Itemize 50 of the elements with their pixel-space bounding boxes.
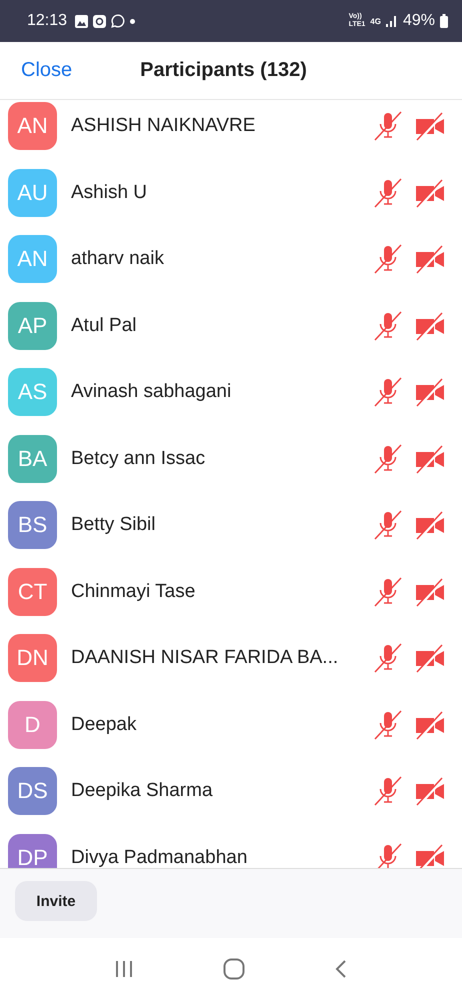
participant-row[interactable]: D Deepak — [0, 698, 462, 765]
dot-icon — [130, 18, 136, 24]
participant-row[interactable]: BA Betcy ann Issac — [0, 432, 462, 499]
participant-row[interactable]: AN atharv naik — [0, 233, 462, 300]
participant-row[interactable]: AN ASHISH NAIKNAVRE — [0, 100, 462, 166]
signal-icon — [386, 15, 398, 27]
avatar: D — [8, 700, 57, 748]
avatar: AN — [8, 235, 57, 283]
invite-button[interactable]: Invite — [15, 881, 97, 921]
participant-name: ASHISH NAIKNAVRE — [71, 115, 256, 137]
recent-apps-icon[interactable] — [114, 960, 134, 978]
participant-name: Ashish U — [71, 182, 148, 204]
participant-name: Divya Padmanabhan — [71, 846, 248, 868]
avatar: DP — [8, 834, 57, 868]
participant-name: atharv naik — [71, 248, 165, 270]
chat-icon — [111, 14, 126, 28]
battery-level: 49% — [402, 12, 435, 30]
participant-row[interactable]: DS Deepika Sharma — [0, 765, 462, 832]
participant-row[interactable]: AS Avinash sabhagani — [0, 366, 462, 432]
app-icon — [93, 14, 106, 28]
screen-title: Participants (132) — [140, 59, 307, 82]
home-icon[interactable] — [222, 958, 245, 980]
battery-icon — [440, 14, 448, 28]
avatar: AU — [8, 168, 57, 216]
avatar: DS — [8, 767, 57, 815]
participant-name: Betcy ann Issac — [71, 448, 206, 470]
avatar: BA — [8, 434, 57, 482]
participant-row[interactable]: AP Atul Pal — [0, 300, 462, 366]
participant-row[interactable]: DN DAANISH NISAR FARIDA BA... — [0, 632, 462, 698]
avatar: BS — [8, 501, 57, 549]
status-time: 12:13 — [27, 12, 68, 30]
avatar: AP — [8, 302, 57, 350]
participant-row[interactable]: BS Betty Sibil — [0, 499, 462, 566]
participant-name: DAANISH NISAR FARIDA BA... — [71, 647, 340, 669]
avatar: DN — [8, 634, 57, 682]
participant-name: Deepika Sharma — [71, 780, 214, 802]
image-icon — [75, 14, 88, 28]
close-button[interactable]: Close — [0, 59, 72, 82]
participant-row[interactable]: AU Ashish U — [0, 166, 462, 233]
participant-name: Atul Pal — [71, 314, 138, 336]
participant-name: Betty Sibil — [71, 514, 156, 536]
back-icon[interactable] — [334, 959, 348, 979]
avatar: CT — [8, 568, 57, 616]
participant-name: Avinash sabhagani — [71, 381, 232, 403]
participant-name: Deepak — [71, 714, 138, 736]
avatar: AS — [8, 368, 57, 416]
network-label: 4G — [370, 16, 381, 26]
participant-name: Chinmayi Tase — [71, 580, 196, 602]
avatar: AN — [8, 102, 57, 150]
participant-row[interactable]: CT Chinmayi Tase — [0, 566, 462, 632]
